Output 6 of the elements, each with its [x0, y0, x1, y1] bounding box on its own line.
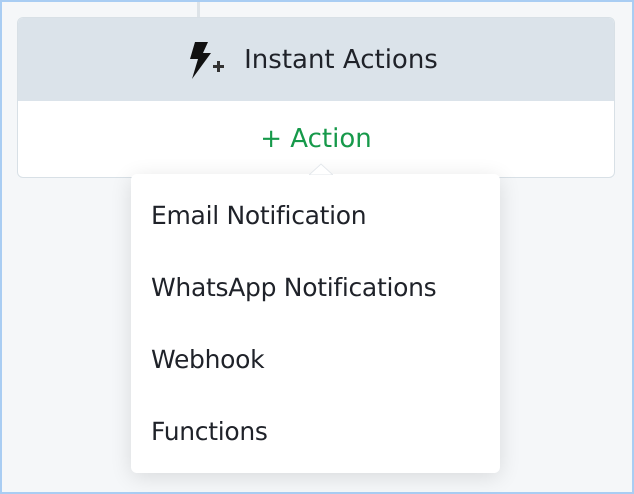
add-action-button[interactable]: + Action [256, 122, 376, 156]
menu-item[interactable]: Webhook [131, 344, 500, 374]
menu-item[interactable]: Email Notification [131, 201, 500, 230]
card-title: Instant Actions [244, 44, 438, 74]
menu-item[interactable]: Functions [131, 416, 500, 446]
menu-item[interactable]: WhatsApp Notifications [131, 273, 500, 302]
